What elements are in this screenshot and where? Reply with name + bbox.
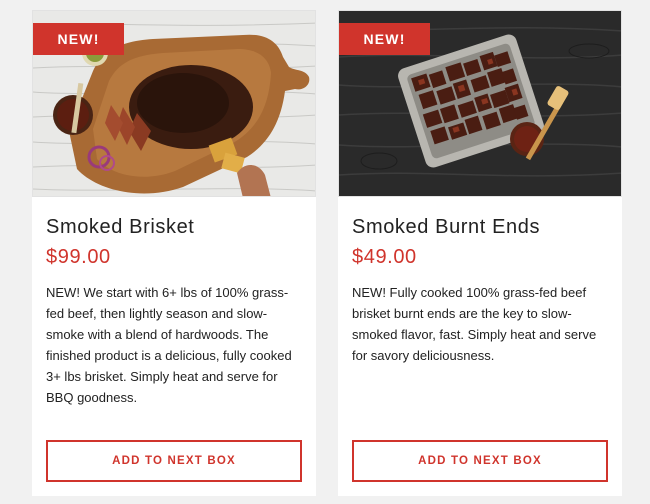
product-price: $49.00 [352, 246, 417, 268]
product-title[interactable]: Smoked Brisket [46, 216, 194, 239]
add-to-next-box-button[interactable]: ADD TO NEXT BOX [352, 440, 608, 482]
add-to-next-box-button[interactable]: ADD TO NEXT BOX [46, 440, 302, 482]
new-badge: NEW! [339, 23, 430, 55]
product-image[interactable]: NEW! [338, 10, 622, 197]
product-price: $99.00 [46, 246, 111, 268]
product-description: NEW! We start with 6+ lbs of 100% grass-… [46, 285, 292, 405]
product-card-smoked-brisket: NEW! Smoked Brisket $99.00 NEW! We start… [32, 10, 316, 496]
product-card-smoked-burnt-ends: NEW! Smoked Burnt Ends $49.00 NEW! Fully… [338, 10, 622, 496]
product-image[interactable]: NEW! [32, 10, 316, 197]
new-badge: NEW! [33, 23, 124, 55]
product-title[interactable]: Smoked Burnt Ends [352, 216, 540, 239]
product-description: NEW! Fully cooked 100% grass-fed beef br… [352, 285, 597, 363]
